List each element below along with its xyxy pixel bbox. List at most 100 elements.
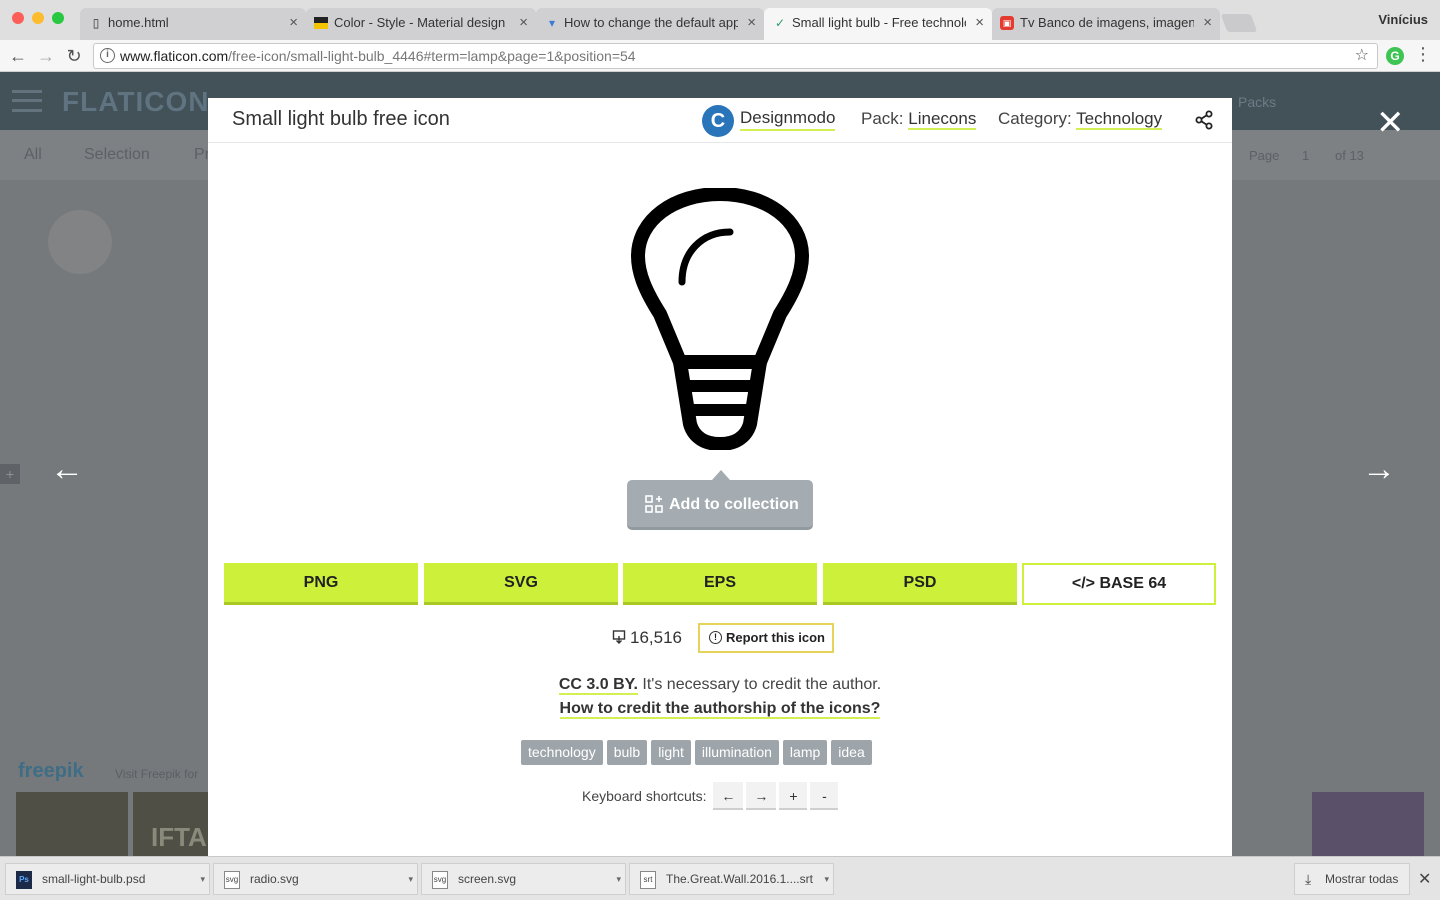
back-arrow-icon[interactable]: ←: [6, 44, 30, 68]
tag-illumination[interactable]: illumination: [694, 740, 779, 765]
download-arrow-icon: ⤓: [1305, 871, 1312, 887]
credit-authorship-link[interactable]: How to credit the authorship of the icon…: [559, 700, 881, 719]
next-icon-arrow[interactable]: →: [1362, 450, 1396, 489]
minimize-window-button[interactable]: [32, 12, 44, 24]
page-value: 1: [1302, 148, 1310, 163]
icon-detail-modal: Small light bulb free icon C Designmodo …: [208, 98, 1232, 856]
address-bar[interactable]: i www.flaticon.com/free-icon/small-light…: [93, 43, 1378, 69]
browser-menu-icon[interactable]: ⋮: [1414, 44, 1432, 65]
close-window-button[interactable]: [12, 12, 24, 24]
author-logo[interactable]: C: [702, 105, 734, 137]
download-png-button[interactable]: PNG: [224, 563, 418, 605]
background-bulb-icon: [1328, 592, 1392, 656]
flaticon-icon: ✓: [774, 16, 786, 30]
license-text: It's necessary to credit the author.: [637, 676, 882, 693]
close-modal-icon[interactable]: ✕: [1376, 106, 1405, 140]
pack-link[interactable]: Linecons: [908, 109, 977, 130]
tab-close-icon[interactable]: ×: [289, 8, 298, 38]
background-lamp-icon: [1328, 210, 1392, 274]
light-bulb-icon: [631, 188, 809, 450]
tab-small-light-bulb[interactable]: ✓ Small light bulb - Free technolo ×: [764, 8, 992, 40]
tab-home[interactable]: ▯ home.html ×: [80, 8, 306, 40]
base64-button[interactable]: </> BASE 64: [1022, 563, 1216, 605]
chevron-down-icon[interactable]: ▾: [200, 864, 205, 894]
maximize-window-button[interactable]: [52, 12, 64, 24]
tag-bulb[interactable]: bulb: [606, 740, 648, 765]
download-svg-button[interactable]: SVG: [424, 563, 618, 605]
new-tab-button[interactable]: [1220, 14, 1258, 32]
share-icon[interactable]: [1194, 110, 1214, 130]
tab-close-icon[interactable]: ×: [747, 8, 756, 38]
browser-user-name[interactable]: Vinícius: [1378, 12, 1428, 27]
packs-link: Packs: [1238, 94, 1277, 110]
tab-tv-images[interactable]: ▣ Tv Banco de imagens, imagens ×: [992, 8, 1220, 40]
author-link[interactable]: Designmodo: [740, 108, 836, 131]
download-count-value: 16,516: [630, 628, 682, 647]
tab-material-color[interactable]: Color - Style - Material design ×: [306, 8, 536, 40]
tag-idea[interactable]: idea: [831, 740, 872, 765]
tab-close-icon[interactable]: ×: [519, 8, 528, 38]
chevron-down-icon[interactable]: ▾: [824, 864, 829, 894]
report-icon-button[interactable]: ! Report this icon: [698, 623, 834, 653]
shortcut-key-plus: +: [779, 782, 808, 810]
site-logo: FLATICON: [62, 86, 210, 117]
tag-light[interactable]: light: [651, 740, 691, 765]
page-total: of 13: [1335, 148, 1364, 163]
subtitle-file-icon: srt: [640, 871, 656, 889]
promo-thumbnail: [16, 792, 128, 856]
filter-selection: Selection: [84, 146, 150, 163]
download-item[interactable]: svg screen.svg ▾: [421, 863, 626, 895]
svg-file-icon: svg: [224, 871, 240, 889]
tag-technology[interactable]: technology: [521, 740, 603, 765]
previous-icon-arrow[interactable]: ←: [50, 450, 84, 489]
download-file-name: The.Great.Wall.2016.1....srt: [666, 872, 813, 886]
category-label: Category:: [998, 109, 1072, 128]
forward-arrow-icon[interactable]: →: [34, 44, 58, 68]
tag-lamp[interactable]: lamp: [782, 740, 828, 765]
close-shelf-icon[interactable]: ✕: [1418, 869, 1431, 889]
side-plus-icon: +: [0, 464, 20, 484]
show-all-label: Mostrar todas: [1325, 872, 1399, 886]
keyboard-shortcuts: Keyboard shortcuts: ← → + -: [582, 782, 839, 810]
license-notice: CC 3.0 BY. It's necessary to credit the …: [208, 676, 1232, 695]
credit-info: How to credit the authorship of the icon…: [208, 700, 1232, 719]
download-item[interactable]: svg radio.svg ▾: [213, 863, 418, 895]
material-icon: [314, 17, 328, 29]
page-label: Page: [1249, 148, 1280, 163]
image-icon: ▣: [1000, 16, 1014, 30]
shortcut-key-left: ←: [713, 782, 744, 810]
info-icon[interactable]: i: [100, 48, 115, 63]
background-lamp-icon: [48, 210, 112, 274]
collection-grid-icon: [645, 495, 663, 513]
background-lamp-icon: [48, 338, 112, 402]
show-all-downloads-button[interactable]: ⤓ Mostrar todas: [1294, 863, 1410, 895]
svg-file-icon: svg: [432, 871, 448, 889]
download-psd-button[interactable]: PSD: [823, 563, 1017, 605]
background-lamp-icon: [48, 592, 112, 656]
tab-close-icon[interactable]: ×: [1203, 8, 1212, 38]
chevron-down-icon[interactable]: ▾: [408, 864, 413, 894]
category-link[interactable]: Technology: [1076, 109, 1163, 130]
hamburger-menu-icon: [12, 90, 42, 112]
reload-icon[interactable]: ↻: [62, 44, 86, 68]
document-icon: ▯: [92, 16, 100, 30]
bookmark-star-icon[interactable]: ☆: [1355, 44, 1369, 68]
drop-icon: ▾: [548, 16, 556, 30]
download-count-icon: [612, 630, 626, 644]
license-link[interactable]: CC 3.0 BY.: [558, 676, 638, 695]
download-item[interactable]: Ps small-light-bulb.psd ▾: [5, 863, 210, 895]
download-eps-button[interactable]: EPS: [623, 563, 817, 605]
download-shelf: Ps small-light-bulb.psd ▾ svg radio.svg …: [0, 856, 1440, 900]
category-info: Category: Technology: [998, 109, 1163, 130]
download-item[interactable]: srt The.Great.Wall.2016.1....srt ▾: [629, 863, 834, 895]
add-to-collection-button[interactable]: Add to collection: [627, 480, 813, 530]
chevron-down-icon[interactable]: ▾: [616, 864, 621, 894]
download-count: 16,516: [612, 628, 682, 648]
collection-tooltip-arrow: [712, 470, 730, 480]
tag-list: technology bulb light illumination lamp idea: [521, 740, 876, 765]
tab-close-icon[interactable]: ×: [975, 8, 984, 38]
photoshop-file-icon: Ps: [16, 871, 32, 889]
tab-change-default-app[interactable]: ▾ How to change the default app ×: [536, 8, 764, 40]
grammarly-extension-icon[interactable]: G: [1386, 47, 1404, 65]
shortcuts-label: Keyboard shortcuts:: [582, 788, 707, 804]
